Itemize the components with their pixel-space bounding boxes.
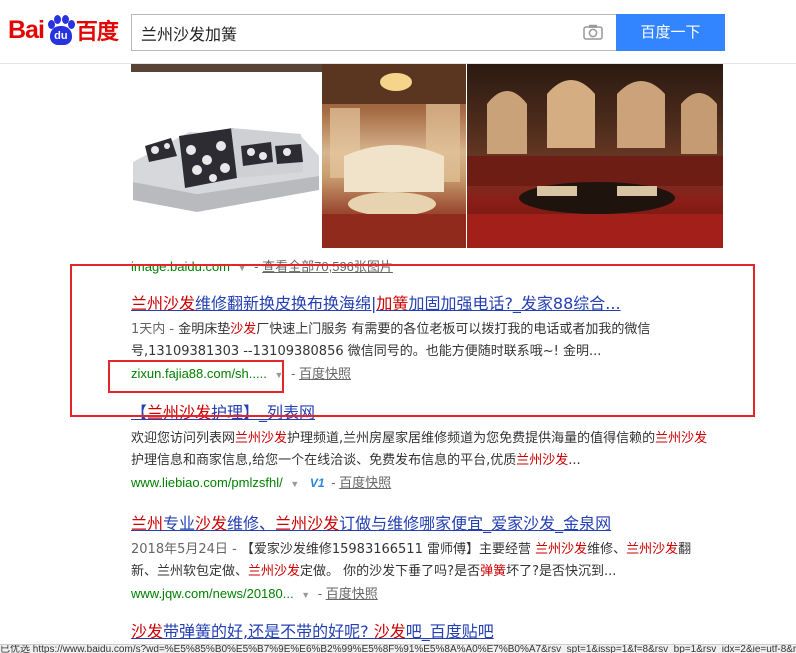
text-fragment: 定做。 你的沙发下垂了吗?是否: [300, 564, 481, 579]
result-url-line: www.jqw.com/news/20180... ▼ - 百度快照: [131, 586, 378, 601]
text-fragment: 欢迎您访问列表网: [131, 431, 236, 446]
dropdown-arrow-icon[interactable]: ▼: [301, 590, 310, 600]
result-date: 2018年5月24日 -: [131, 542, 241, 557]
status-bar: 已优选 https://www.baidu.com/s?wd=%E5%85%B0…: [0, 644, 796, 653]
result-url[interactable]: www.jqw.com/news/20180...: [131, 586, 294, 601]
snapshot-link[interactable]: 百度快照: [326, 586, 378, 601]
highlight-keyword: 弹簧: [480, 564, 507, 579]
highlight-keyword: 沙发: [373, 622, 406, 641]
logo-chinese: 百度: [75, 20, 119, 45]
highlight-keyword: 兰州沙发: [248, 564, 301, 579]
text-fragment: 带弹簧的好,还是不带的好呢?: [163, 622, 374, 641]
text-fragment: 护理信息和商家信息,给您一个在线洽谈、免费发布信息的平台,优质: [131, 453, 517, 468]
result-title[interactable]: 兰州专业沙发维修、兰州沙发订做与维修哪家便宜_爱家沙发_金泉网: [131, 513, 731, 535]
sofa-image[interactable]: [131, 64, 346, 248]
highlight-keyword: 兰州沙发: [516, 453, 569, 468]
highlight-keyword: 兰州: [131, 514, 164, 533]
logo-bai: Bai: [8, 15, 45, 44]
annotation-box-url: [108, 360, 284, 393]
result-url-line: www.liebiao.com/pmlzsfhl/ ▼ V1 - 百度快照: [131, 475, 392, 490]
result-url[interactable]: www.liebiao.com/pmlzsfhl/: [131, 475, 283, 490]
highlight-keyword: 沙发: [195, 514, 228, 533]
result-title[interactable]: 沙发带弹簧的好,还是不带的好呢? 沙发吧_百度贴吧: [131, 621, 731, 643]
camera-icon[interactable]: [583, 24, 603, 40]
highlight-keyword: 兰州沙发: [626, 542, 679, 557]
text-fragment: ...: [568, 453, 581, 468]
header-bar: Bai du 百度 百度一下: [0, 0, 796, 64]
text-fragment: 护理频道,兰州房屋家居维修频道为您免费提供海量的值得信赖的: [287, 431, 656, 446]
v1-badge[interactable]: V1: [310, 476, 325, 490]
search-result: 沙发带弹簧的好,还是不带的好呢? 沙发吧_百度贴吧: [131, 621, 731, 643]
highlight-keyword: 兰州沙发: [235, 431, 288, 446]
snapshot-link[interactable]: 百度快照: [339, 475, 391, 490]
text-fragment: 专业: [163, 514, 196, 533]
text-fragment: 【爱家沙发维修15983166511 雷师傅】主要经营: [240, 542, 536, 557]
paw-icon: du: [45, 15, 75, 45]
highlight-keyword: 兰州沙发: [655, 431, 708, 446]
european-sofa-image[interactable]: [322, 64, 466, 248]
image-results: [131, 64, 723, 248]
result-abstract: 欢迎您访问列表网兰州沙发护理频道,兰州房屋家居维修频道为您免费提供海量的值得信赖…: [131, 428, 716, 472]
search-button[interactable]: 百度一下: [616, 14, 725, 51]
text-fragment: 维修、: [227, 514, 276, 533]
result-abstract: 2018年5月24日 - 【爱家沙发维修15983166511 雷师傅】主要经营…: [131, 539, 716, 583]
highlight-keyword: 兰州沙发: [535, 542, 588, 557]
text-fragment: 坏了?是否快沉到...: [506, 564, 617, 579]
baidu-logo[interactable]: Bai du 百度: [8, 12, 119, 48]
ktv-room-image[interactable]: [467, 64, 723, 248]
text-fragment: 维修、: [587, 542, 627, 557]
highlight-keyword: 兰州沙发: [275, 514, 340, 533]
search-input[interactable]: [132, 15, 572, 50]
search-box: [131, 14, 617, 51]
highlight-keyword: 沙发: [131, 622, 164, 641]
text-fragment: 吧_百度贴吧: [405, 622, 494, 641]
search-result: 兰州专业沙发维修、兰州沙发订做与维修哪家便宜_爱家沙发_金泉网 2018年5月2…: [131, 513, 731, 605]
text-fragment: 订做与维修哪家便宜_爱家沙发_金泉网: [339, 514, 612, 533]
annotation-box-result: [70, 264, 755, 417]
dropdown-arrow-icon[interactable]: ▼: [290, 479, 299, 489]
